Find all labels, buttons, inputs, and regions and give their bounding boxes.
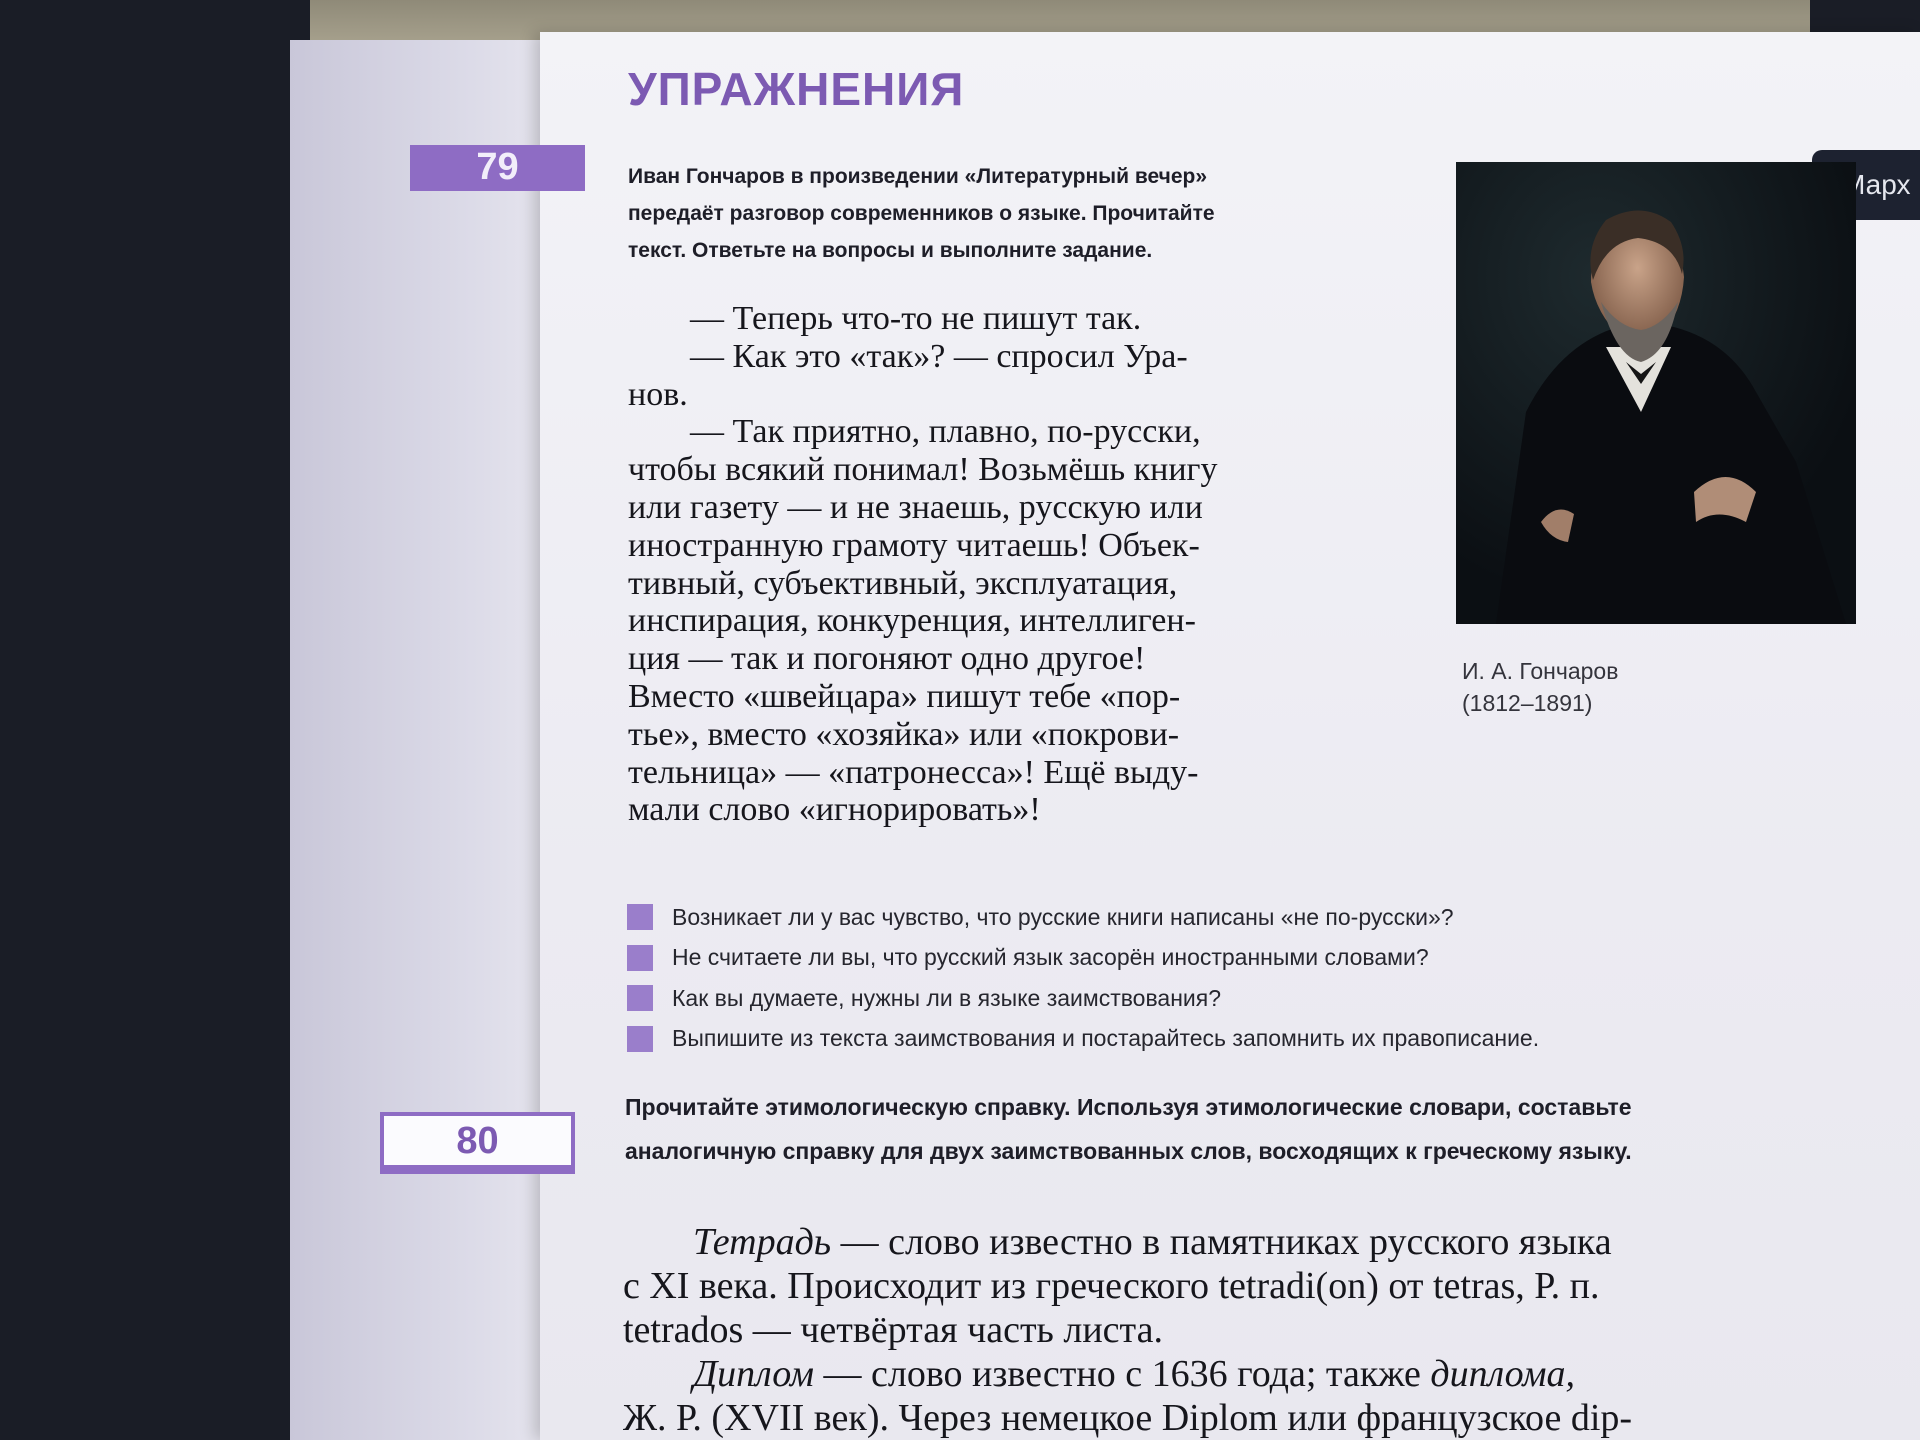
passage-line: иностранную грамоту читаешь! Объек- bbox=[628, 526, 1200, 564]
entry-text: — слово известно с 1636 года; также bbox=[814, 1353, 1431, 1395]
list-item: Возникает ли у вас чувство, что русские … bbox=[627, 897, 1917, 938]
list-item: Не считаете ли вы, что русский язык засо… bbox=[627, 938, 1917, 979]
square-bullet-icon bbox=[627, 1025, 653, 1052]
entry-term: Диплом bbox=[693, 1353, 815, 1395]
goncharov-portrait bbox=[1456, 162, 1856, 624]
passage-line: тивный, субъективный, эксплуатация, bbox=[628, 564, 1178, 602]
entry-line: tetrados — четвёртая часть листа. bbox=[623, 1309, 1163, 1351]
passage-line: мали слово «игнорировать»! bbox=[628, 791, 1041, 829]
square-bullet-icon bbox=[627, 944, 653, 971]
passage-line: инспирация, конкуренция, интеллиген- bbox=[628, 602, 1196, 640]
caption-years: (1812–1891) bbox=[1462, 690, 1593, 716]
passage-line: или газету — и не знаешь, русскую или bbox=[628, 488, 1203, 526]
exercise-number-80: 80 bbox=[380, 1112, 575, 1174]
page-left-margin bbox=[290, 40, 550, 1440]
passage-line: — Теперь что-то не пишут так. bbox=[690, 300, 1142, 337]
portrait-illustration bbox=[1456, 162, 1856, 624]
square-bullet-icon bbox=[627, 985, 653, 1012]
passage-line: тельница» — «патронесса»! Ещё выду- bbox=[628, 753, 1199, 791]
portrait-caption: И. А. Гончаров (1812–1891) bbox=[1462, 655, 1862, 719]
passage-line: — Как это «так»? — спросил Ура- bbox=[690, 337, 1188, 375]
question-text: Возникает ли у вас чувство, что русские … bbox=[672, 903, 1454, 930]
task-line: аналогичную справку для двух заимствован… bbox=[625, 1138, 1632, 1164]
exercise-number-79: 79 bbox=[410, 145, 585, 191]
exercise-79-task: Иван Гончаров в произведении «Литературн… bbox=[628, 158, 1398, 269]
entry-line: Диплом — слово известно с 1636 года; так… bbox=[623, 1352, 1920, 1396]
entry-text: — слово известно в памятниках русского я… bbox=[831, 1221, 1612, 1263]
question-text: Как вы думаете, нужны ли в языке заимств… bbox=[672, 984, 1222, 1011]
task-line: передаёт разговор современников о языке.… bbox=[628, 202, 1215, 225]
passage-line: — Так приятно, плавно, по-русски, bbox=[690, 413, 1201, 451]
entry-term: Тетрадь bbox=[693, 1221, 832, 1263]
square-bullet-icon bbox=[627, 904, 653, 931]
etymology-entries: Тетрадь — слово известно в памятниках ру… bbox=[623, 1220, 1920, 1440]
entry-line: Тетрадь — слово известно в памятниках ру… bbox=[623, 1220, 1920, 1264]
section-title: УПРАЖНЕНИЯ bbox=[628, 63, 965, 115]
passage-line: ция — так и погоняют одно другое! bbox=[628, 640, 1146, 678]
passage-line: тье», вместо «хозяйка» или «покрови- bbox=[628, 715, 1180, 753]
question-text: Не считаете ли вы, что русский язык засо… bbox=[672, 944, 1429, 971]
list-item: Выпишите из текста заимствования и поста… bbox=[627, 1019, 1917, 1060]
passage-line: Вместо «швейцара» пишут тебе «пор- bbox=[628, 677, 1181, 715]
dialogue-passage: — Теперь что-то не пишут так. — Как это … bbox=[628, 300, 1408, 829]
task-line: Иван Гончаров в произведении «Литературн… bbox=[628, 165, 1208, 188]
task-line: Прочитайте этимологическую справку. Испо… bbox=[625, 1094, 1632, 1120]
entry-line: с XI века. Происходит из греческого tetr… bbox=[623, 1265, 1600, 1307]
passage-line: нов. bbox=[628, 375, 688, 413]
caption-name: И. А. Гончаров bbox=[1462, 658, 1619, 684]
exercise-80-task: Прочитайте этимологическую справку. Испо… bbox=[625, 1085, 1915, 1173]
entry-line: Ж. Р. (XVII век). Через немецкое Diplom … bbox=[623, 1397, 1633, 1439]
list-item: Как вы думаете, нужны ли в языке заимств… bbox=[627, 978, 1917, 1019]
task-line: текст. Ответьте на вопросы и выполните з… bbox=[628, 239, 1153, 262]
entry-variant: диплома, bbox=[1430, 1353, 1575, 1395]
question-text: Выпишите из текста заимствования и поста… bbox=[672, 1025, 1540, 1052]
passage-line: чтобы всякий понимал! Возьмёшь книгу bbox=[628, 451, 1218, 489]
question-list: Возникает ли у вас чувство, что русские … bbox=[627, 897, 1917, 1059]
